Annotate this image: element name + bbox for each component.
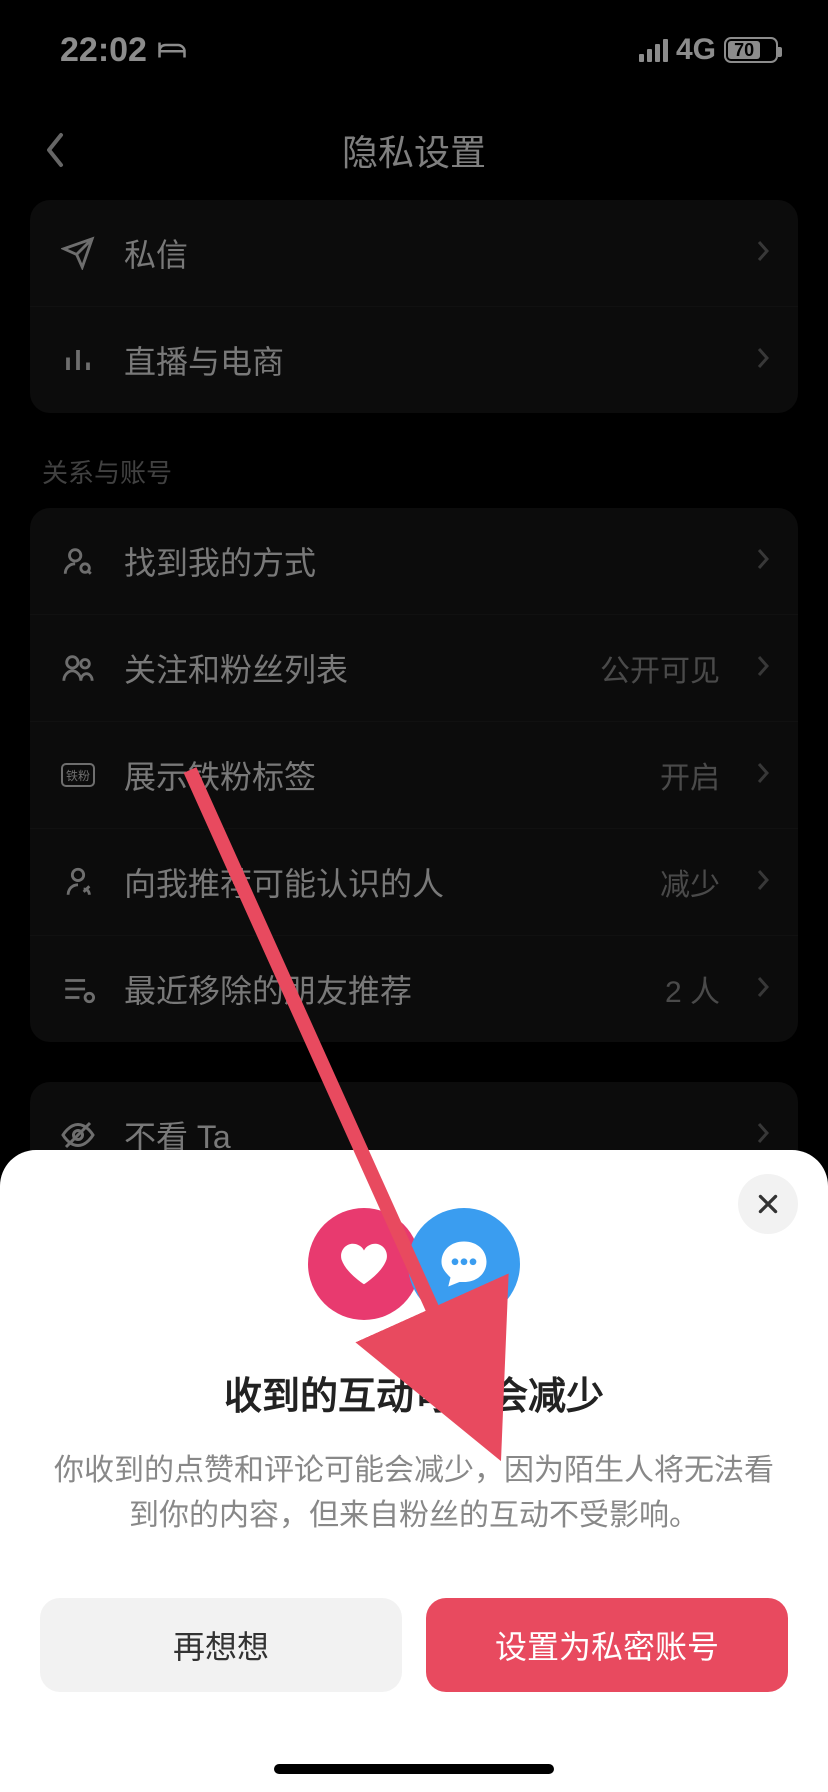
chevron-right-icon [756, 975, 770, 1004]
network-label: 4G [676, 33, 716, 67]
chevron-right-icon [756, 547, 770, 576]
focus-icon [157, 40, 187, 60]
row-followers-list[interactable]: 关注和粉丝列表 公开可见 [30, 614, 798, 721]
page-header: 隐私设置 [0, 100, 828, 200]
status-bar: 22:02 4G 70 [0, 0, 828, 100]
back-button[interactable] [30, 126, 78, 174]
group-communication: 私信 直播与电商 [30, 200, 798, 413]
row-fan-badge[interactable]: 铁粉 展示铁粉标签 开启 [30, 721, 798, 828]
battery-level: 70 [728, 41, 760, 59]
chevron-right-icon [756, 1121, 770, 1150]
eye-off-icon [58, 1115, 98, 1155]
sheet-title: 收到的互动可能会减少 [40, 1365, 788, 1420]
badge-icon: 铁粉 [58, 755, 98, 795]
page-title: 隐私设置 [342, 124, 486, 176]
confirm-label: 设置为私密账号 [495, 1622, 719, 1668]
send-icon [58, 233, 98, 273]
section-title: 关系与账号 [30, 453, 798, 508]
sheet-body: 你收到的点赞和评论可能会减少，因为陌生人将无法看到你的内容，但来自粉丝的互动不受… [40, 1448, 788, 1538]
chevron-right-icon [756, 654, 770, 683]
row-label: 直播与电商 [124, 337, 730, 383]
heart-icon [308, 1208, 420, 1320]
cancel-label: 再想想 [173, 1622, 269, 1668]
row-removed-recommendations[interactable]: 最近移除的朋友推荐 2 人 [30, 935, 798, 1042]
row-value: 公开可见 [600, 646, 720, 690]
row-live-commerce[interactable]: 直播与电商 [30, 306, 798, 413]
row-value: 减少 [660, 860, 720, 904]
close-icon [755, 1191, 781, 1217]
battery-icon: 70 [724, 37, 778, 63]
chevron-right-icon [756, 761, 770, 790]
row-label: 向我推荐可能认识的人 [124, 859, 634, 905]
group-relations: 找到我的方式 关注和粉丝列表 公开可见 铁粉 展示铁粉标签 开启 向我推荐可能认… [30, 508, 798, 1042]
chevron-right-icon [756, 239, 770, 268]
list-icon [58, 969, 98, 1009]
confirm-button[interactable]: 设置为私密账号 [426, 1598, 788, 1692]
chat-icon [408, 1208, 520, 1320]
signal-icon [639, 39, 668, 62]
bars-icon [58, 340, 98, 380]
row-recommend-friends[interactable]: 向我推荐可能认识的人 减少 [30, 828, 798, 935]
row-private-message[interactable]: 私信 [30, 200, 798, 306]
confirm-sheet: 收到的互动可能会减少 你收到的点赞和评论可能会减少，因为陌生人将无法看到你的内容… [0, 1150, 828, 1792]
group-icon [58, 648, 98, 688]
row-value: 2 人 [665, 967, 720, 1011]
row-label: 最近移除的朋友推荐 [124, 966, 639, 1012]
row-value: 开启 [660, 753, 720, 797]
home-indicator [274, 1764, 554, 1774]
row-label: 私信 [124, 230, 730, 276]
chevron-right-icon [756, 346, 770, 375]
svg-text:铁粉: 铁粉 [66, 769, 90, 783]
row-label: 关注和粉丝列表 [124, 645, 574, 691]
row-label: 找到我的方式 [124, 538, 730, 584]
status-time: 22:02 [60, 31, 147, 70]
sheet-illustration [40, 1208, 788, 1320]
friend-suggest-icon [58, 862, 98, 902]
chevron-right-icon [756, 868, 770, 897]
row-label: 展示铁粉标签 [124, 752, 634, 798]
close-button[interactable] [738, 1174, 798, 1234]
person-search-icon [58, 541, 98, 581]
row-find-me[interactable]: 找到我的方式 [30, 508, 798, 614]
cancel-button[interactable]: 再想想 [40, 1598, 402, 1692]
